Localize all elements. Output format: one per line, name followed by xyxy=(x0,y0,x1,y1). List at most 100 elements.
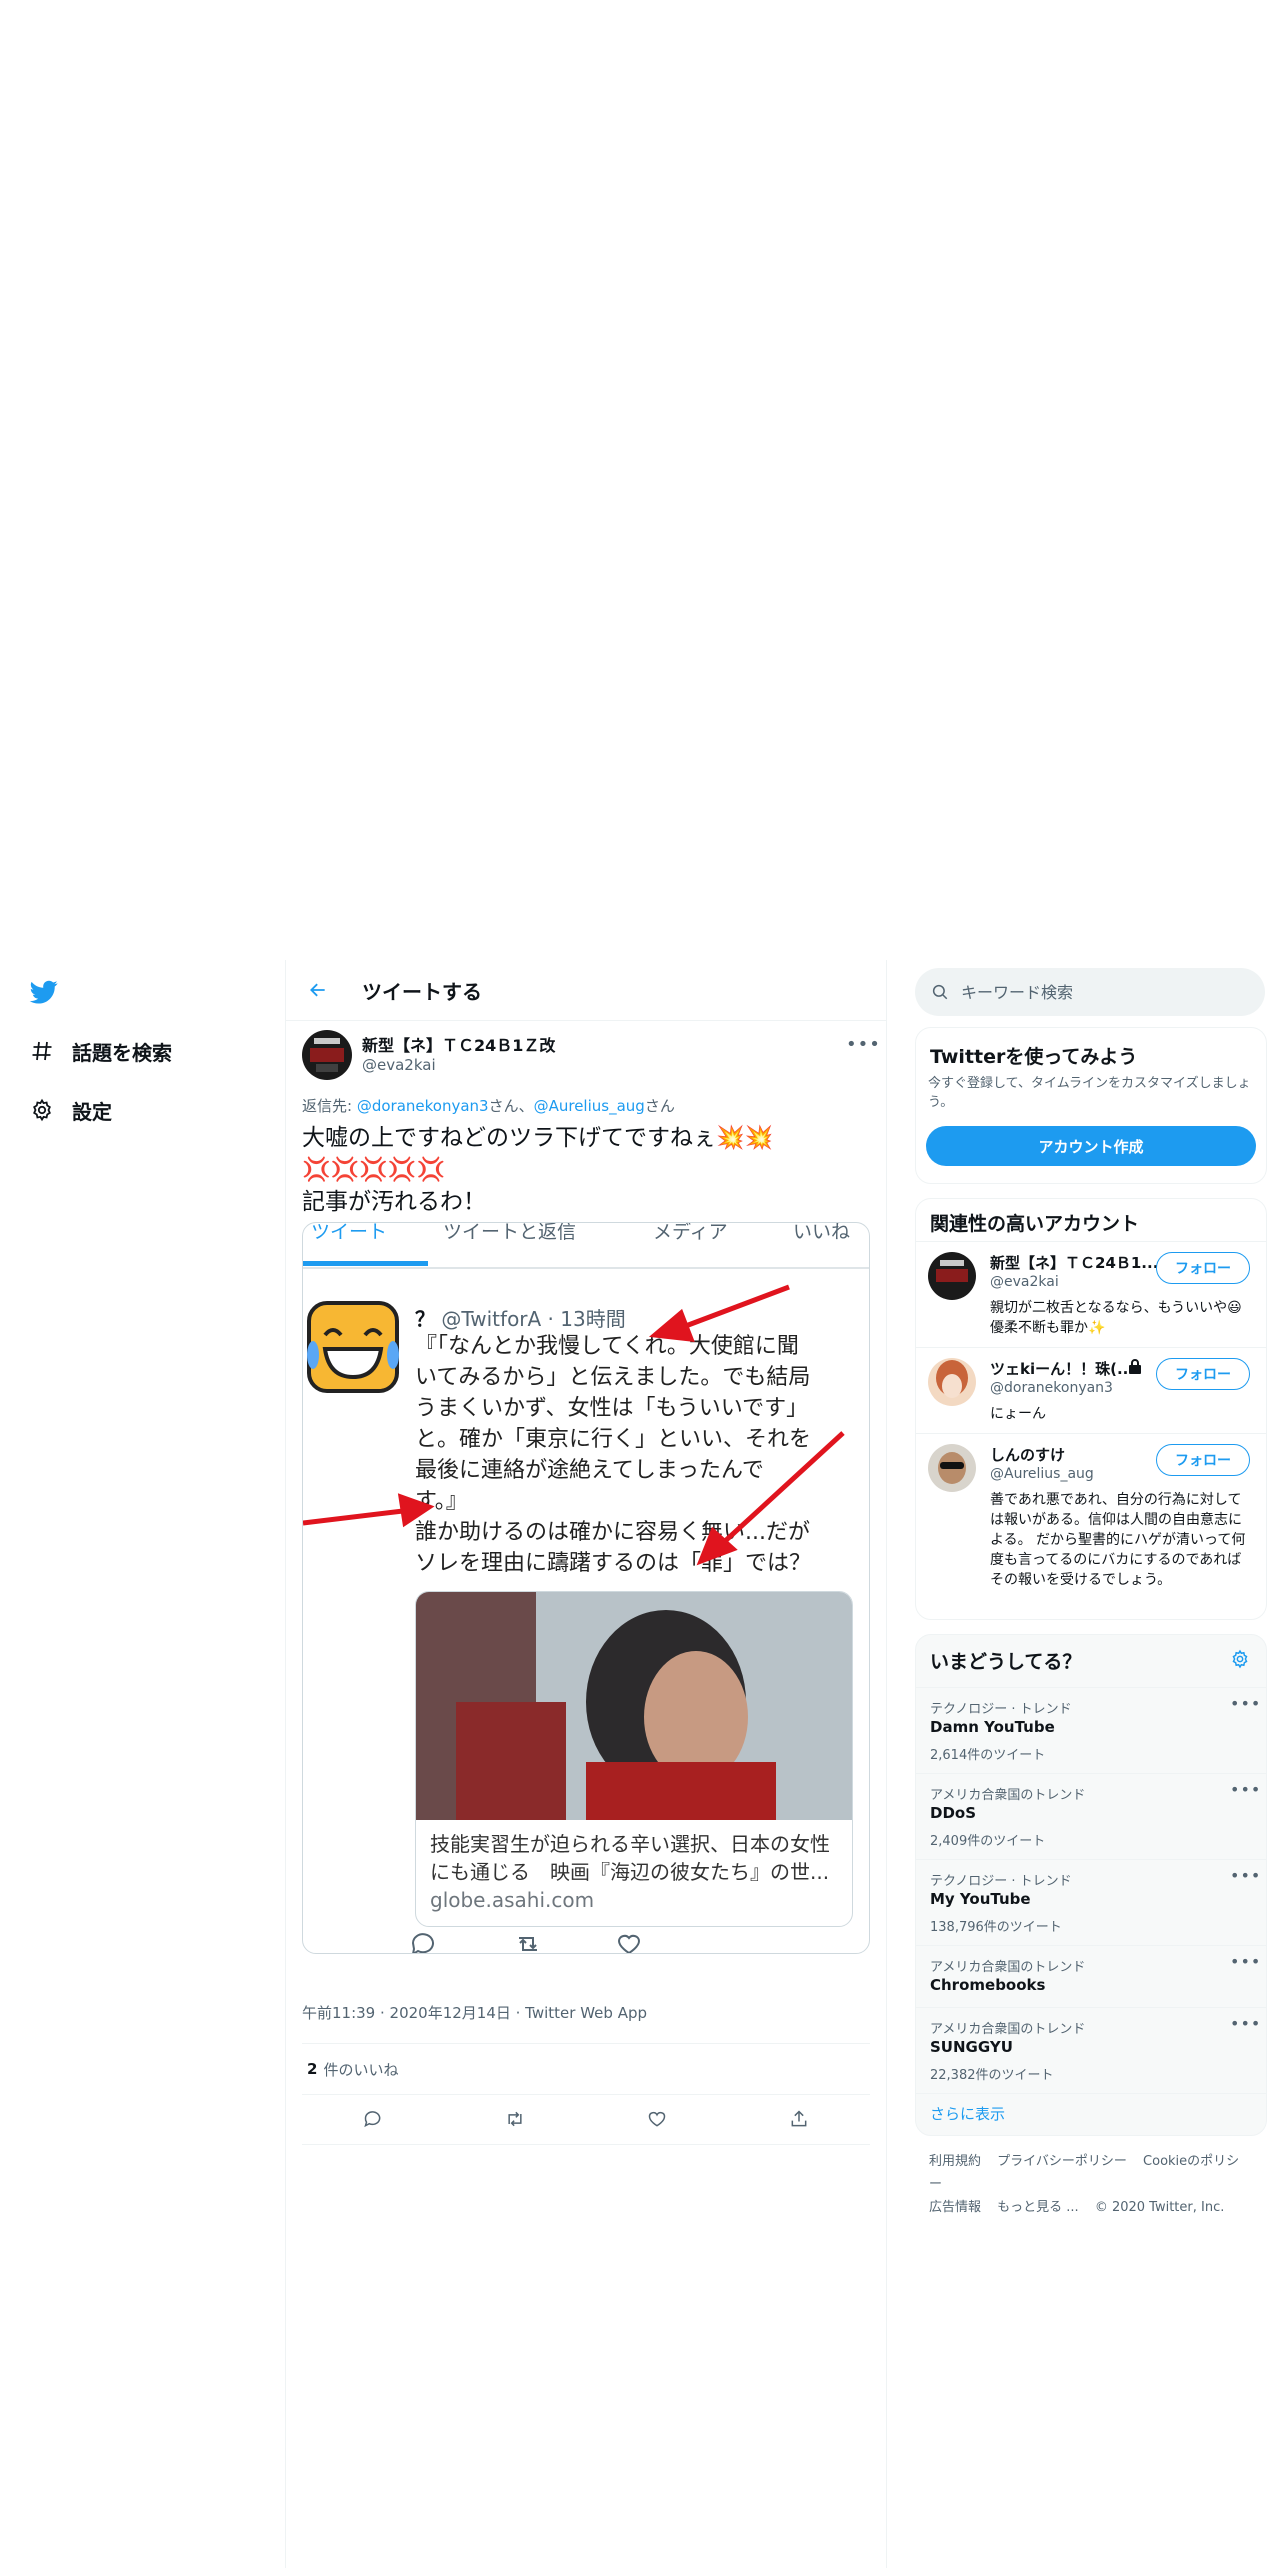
tweet-text-line: 大嘘の上ですねどのツラ下げてですねぇ💥💥💢💢💢💢💢 xyxy=(302,1125,774,1183)
trend-name: Damn YouTube xyxy=(930,1718,1055,1736)
like-heart-icon[interactable] xyxy=(642,2104,672,2134)
related-bio: 親切が二枚舌となるなら、もういいや😃 優柔不断も罪か✨ xyxy=(990,1300,1242,1336)
lock-icon xyxy=(1128,1358,1142,1378)
trend-name: My YouTube xyxy=(930,1890,1031,1908)
trend-context: テクノロジー · トレンド xyxy=(930,1702,1072,1717)
reply-suffix: さん、 xyxy=(488,1097,534,1115)
signup-title: Twitterを使ってみよう xyxy=(930,1046,1138,1068)
signup-description: 今すぐ登録して、タイムラインをカスタマイズしましょう。 xyxy=(928,1076,1251,1110)
related-bio: にょーん xyxy=(990,1406,1046,1422)
avatar[interactable] xyxy=(928,1444,976,1492)
share-icon[interactable] xyxy=(784,2104,814,2134)
trend-context: アメリカ合衆国のトレンド xyxy=(930,1788,1086,1803)
tweet-text-line: 記事が汚れるわ！ xyxy=(302,1189,486,1215)
related-handle: @eva2kai xyxy=(990,1274,1059,1290)
trend-item[interactable]: アメリカ合衆国のトレンド DDoS 2,409件のツイート ••• xyxy=(916,1773,1266,1860)
follow-button[interactable]: フォロー xyxy=(1156,1444,1250,1476)
footer-copyright: © 2020 Twitter, Inc. xyxy=(1094,2200,1225,2215)
trends-title: いまどうしてる？ xyxy=(930,1651,1082,1673)
embedded-actions xyxy=(409,1931,709,1953)
create-account-button[interactable]: アカウント作成 xyxy=(926,1126,1256,1166)
related-accounts-card: 関連性の高いアカウント 新型【ネ】ＴＣ24Ｂ1... @eva2kai 親切が二… xyxy=(915,1198,1267,1620)
trend-context: テクノロジー · トレンド xyxy=(930,1874,1072,1889)
tweet-timestamp[interactable]: 午前11:39 · 2020年12月14日 · Twitter Web App xyxy=(302,2002,647,2023)
back-arrow-icon[interactable] xyxy=(304,976,332,1004)
author-avatar[interactable] xyxy=(302,1030,352,1080)
embedded-card-title: にも通じる 映画『海辺の彼女たち』の世... xyxy=(430,1860,830,1884)
footer-privacy-link[interactable]: プライバシーポリシー xyxy=(997,2154,1127,2169)
follow-button[interactable]: フォロー xyxy=(1156,1358,1250,1390)
trend-item[interactable]: テクノロジー · トレンド My YouTube 138,796件のツイート •… xyxy=(916,1859,1266,1946)
author-handle[interactable]: @eva2kai xyxy=(362,1056,436,1074)
embedded-link-card: 技能実習生が迫られる辛い選択、日本の女性 にも通じる 映画『海辺の彼女たち』の世… xyxy=(415,1591,853,1927)
likes-count: 2 xyxy=(307,2060,318,2078)
movie-still-photo xyxy=(416,1592,852,1820)
trend-item[interactable]: アメリカ合衆国のトレンド SUNGGYU 22,382件のツイート ••• xyxy=(916,2007,1266,2094)
more-options-icon[interactable]: ••• xyxy=(846,1034,881,1055)
reply-prefix: 返信先: xyxy=(302,1097,357,1115)
trend-context: アメリカ合衆国のトレンド xyxy=(930,1960,1086,1975)
related-account[interactable]: 新型【ネ】ＴＣ24Ｂ1... @eva2kai 親切が二枚舌となるなら、もういい… xyxy=(916,1241,1266,1348)
trend-count: 138,796件のツイート xyxy=(930,1920,1062,1935)
nav-explore-label: 話題を検索 xyxy=(72,1040,172,1065)
trend-name: Chromebooks xyxy=(930,1976,1046,1994)
show-more-link[interactable]: さらに表示 xyxy=(930,2103,1005,2124)
related-bio: 善であれ悪であれ、自分の行為に対しては報いがある。信仰は人間の自由意志による。 … xyxy=(990,1492,1246,1588)
tweet-text: 大嘘の上ですねどのツラ下げてですねぇ💥💥💢💢💢💢💢 記事が汚れるわ！ xyxy=(302,1122,872,1218)
trends-settings-gear-icon[interactable] xyxy=(1226,1645,1254,1673)
page-title: ツイートする xyxy=(362,979,482,1004)
follow-button[interactable]: フォロー xyxy=(1156,1252,1250,1284)
trend-more-icon[interactable]: ••• xyxy=(1230,1866,1261,1885)
likes-summary[interactable]: 2 件のいいね xyxy=(302,2043,870,2095)
trend-more-icon[interactable]: ••• xyxy=(1230,1694,1261,1713)
avatar[interactable] xyxy=(928,1358,976,1406)
hashtag-icon xyxy=(28,1037,56,1065)
search-input[interactable] xyxy=(959,981,1243,1003)
reply-suffix: さん xyxy=(644,1097,675,1115)
gear-icon xyxy=(28,1096,56,1124)
related-name[interactable]: しんのすけ xyxy=(990,1444,1065,1465)
trend-more-icon[interactable]: ••• xyxy=(1230,1780,1261,1799)
trend-context: アメリカ合衆国のトレンド xyxy=(930,2022,1086,2037)
footer-ads-link[interactable]: 広告情報 xyxy=(929,2200,981,2215)
tweet-media-image[interactable]: ツイート ツイートと返信 メディア いいね ？ @TwitforA · 13時間… xyxy=(302,1222,870,1954)
related-account[interactable]: しんのすけ @Aurelius_aug 善であれ悪であれ、自分の行為に対しては報… xyxy=(916,1433,1266,1619)
trend-name: DDoS xyxy=(930,1804,977,1822)
retweet-icon[interactable] xyxy=(500,2104,530,2134)
footer-more-link[interactable]: もっと見る ... xyxy=(997,2200,1079,2215)
tweet-action-bar xyxy=(302,2094,870,2145)
footer-links: 利用規約 プライバシーポリシー Cookieのポリシー 広告情報 もっと見る .… xyxy=(929,2150,1259,2219)
likes-label: 件のいいね xyxy=(323,2060,399,2079)
author-name[interactable]: 新型【ネ】ＴＣ24Ｂ1Ｚ改 xyxy=(362,1032,555,1056)
nav-settings[interactable]: 設定 xyxy=(28,1093,112,1127)
reply-icon[interactable] xyxy=(358,2104,388,2134)
avatar[interactable] xyxy=(928,1252,976,1300)
reply-user-link[interactable]: @Aurelius_aug xyxy=(534,1097,645,1115)
reply-to-line: 返信先: @doranekonyan3さん、@Aurelius_augさん xyxy=(302,1095,675,1116)
trend-name: SUNGGYU xyxy=(930,2038,1013,2056)
tweet-detail-column: ツイートする 新型【ネ】ＴＣ24Ｂ1Ｚ改 @eva2kai ••• 返信先: @… xyxy=(285,960,887,2568)
twitter-logo-icon[interactable] xyxy=(28,978,64,1008)
trend-item[interactable]: テクノロジー · トレンド Damn YouTube 2,614件のツイート •… xyxy=(916,1687,1266,1774)
related-handle: @doranekonyan3 xyxy=(990,1380,1113,1396)
nav-explore[interactable]: 話題を検索 xyxy=(28,1034,172,1068)
search-icon xyxy=(931,983,949,1001)
embedded-card-title: 技能実習生が迫られる辛い選択、日本の女性 xyxy=(430,1832,830,1856)
trend-count: 2,409件のツイート xyxy=(930,1834,1046,1849)
search-box[interactable] xyxy=(915,968,1265,1016)
trend-item[interactable]: アメリカ合衆国のトレンド Chromebooks ••• xyxy=(916,1945,1266,2008)
related-title: 関連性の高いアカウント xyxy=(930,1213,1140,1235)
related-name[interactable]: ツェkiーん！！珠(... xyxy=(990,1358,1134,1379)
red-arrows-annotation xyxy=(303,1284,845,1566)
reply-user-link[interactable]: @doranekonyan3 xyxy=(357,1097,489,1115)
related-name[interactable]: 新型【ネ】ＴＣ24Ｂ1... xyxy=(990,1252,1158,1273)
trends-card: いまどうしてる？ テクノロジー · トレンド Damn YouTube 2,61… xyxy=(915,1634,1267,2136)
trend-count: 2,614件のツイート xyxy=(930,1748,1046,1763)
signup-card: Twitterを使ってみよう 今すぐ登録して、タイムラインをカスタマイズしましょ… xyxy=(915,1027,1267,1184)
related-account[interactable]: ツェkiーん！！珠(... @doranekonyan3 にょーん フォロー xyxy=(916,1347,1266,1434)
nav-settings-label: 設定 xyxy=(72,1099,112,1124)
footer-terms-link[interactable]: 利用規約 xyxy=(929,2154,981,2169)
trend-more-icon[interactable]: ••• xyxy=(1230,1952,1261,1971)
trend-more-icon[interactable]: ••• xyxy=(1230,2014,1261,2033)
related-handle: @Aurelius_aug xyxy=(990,1466,1094,1482)
